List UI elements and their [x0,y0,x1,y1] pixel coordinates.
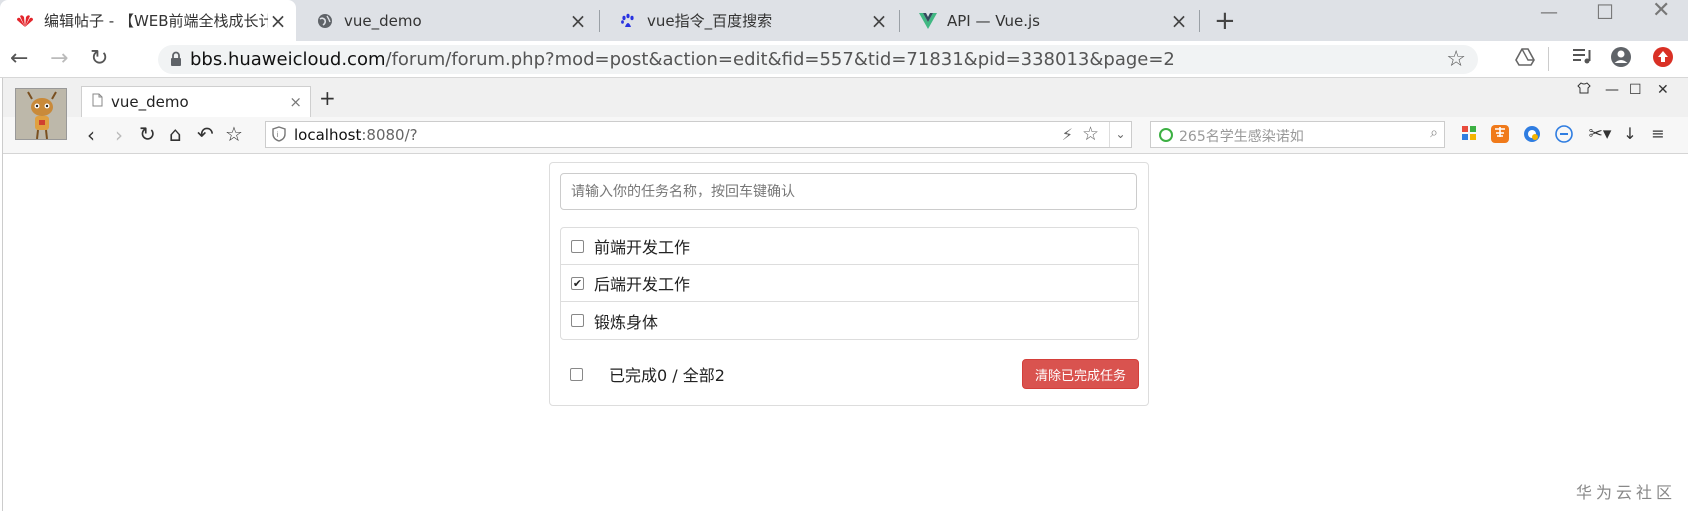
ext-orange-icon[interactable] [1491,125,1509,143]
globe-icon [316,12,334,30]
shirt-skin-icon[interactable] [1577,82,1591,98]
favorite-star-icon[interactable]: ☆ [225,122,243,146]
vue-logo-icon [919,12,937,30]
select-all-checkbox[interactable] [570,367,583,381]
forward-arrow-icon[interactable]: → [50,46,68,71]
reload-icon[interactable]: ↻ [90,46,108,71]
todo-item-exercise[interactable]: 锻炼身体 [561,302,1138,339]
inner-tab-title: vue_demo [111,93,189,111]
close-window-icon[interactable]: ✕ [1652,0,1670,23]
svg-text:i: i [277,131,279,139]
todo-item-label: 后端开发工作 [594,275,691,294]
item-checkbox[interactable]: ✔ [571,276,584,290]
search-engine-icon [1159,128,1173,142]
close-icon[interactable]: × [289,93,302,111]
outer-url-path: /forum/forum.php?mod=post&action=edit&fi… [385,49,1175,70]
drive-icon[interactable] [1515,47,1535,72]
avatar[interactable] [15,88,67,140]
outer-address-bar[interactable]: bbs.huaweicloud.com/forum/forum.php?mod=… [158,45,1478,74]
outer-url-text: bbs.huaweicloud.com/forum/forum.php?mod=… [190,49,1175,70]
undo-icon[interactable]: ↶ [197,122,214,146]
home-icon[interactable]: ⌂ [169,122,182,146]
inner-tab-bar: vue_demo × + — ☐ ✕ [3,78,1688,140]
tab-separator [1199,10,1200,32]
inner-url-host: localhost [294,126,362,144]
huawei-logo-icon [16,12,34,30]
watermark: 华为云社区 [1575,483,1676,502]
close-icon[interactable]: × [568,9,588,33]
inner-url-rest: :8080/? [361,126,418,144]
tab-separator [599,10,600,32]
zoom-out-icon[interactable] [1555,125,1573,143]
item-checkbox[interactable] [571,314,584,327]
apps-grid-icon[interactable] [1460,125,1478,143]
translate-icon[interactable] [1523,125,1541,143]
inner-search-box[interactable]: 265名学生感染诺如 ⌕ [1150,121,1445,148]
maximize-icon[interactable]: ☐ [1629,82,1642,98]
playlist-icon[interactable] [1572,46,1592,71]
todo-item-label: 锻炼身体 [594,312,659,332]
scissors-icon[interactable]: ✂▾ [1587,125,1613,143]
search-placeholder: 265名学生感染诺如 [1179,129,1304,145]
outer-url-domain: bbs.huaweicloud.com [190,49,386,70]
todo-item-label: 前端开发工作 [594,238,691,257]
todo-panel: 前端开发工作 ✔ 后端开发工作 锻炼身体 已完成0 / 全部2 清除已完成任务 [549,162,1149,406]
bookmark-star-icon[interactable]: ☆ [1082,123,1099,145]
minimize-icon[interactable]: — [1605,82,1619,98]
lightning-icon[interactable]: ⚡ [1062,125,1073,144]
outer-tab-bar: 编辑帖子 - 【WEB前端全栈成长计划 × vue_demo × vue指令_百… [0,0,1688,41]
outer-tab-huawei-edit[interactable]: 编辑帖子 - 【WEB前端全栈成长计划 × [0,0,296,41]
lock-icon [170,51,182,71]
forward-arrow-icon[interactable]: › [115,123,123,147]
toolbar-divider [1548,47,1549,71]
outer-toolbar: ← → ↻ bbs.huaweicloud.com/forum/forum.ph… [0,41,1688,78]
outer-tab-title: vue_demo [344,11,422,30]
search-icon[interactable]: ⌕ [1430,125,1438,141]
todo-item-frontend[interactable]: 前端开发工作 [561,228,1138,265]
close-icon[interactable]: × [869,9,889,33]
inner-url-text: localhost:8080/? [294,126,418,144]
chevron-down-icon[interactable]: ⌄ [1109,122,1131,147]
menu-icon[interactable]: ≡ [1649,125,1667,143]
outer-tab-title: vue指令_百度搜索 [647,12,773,30]
baidu-paw-icon [619,12,637,30]
inner-toolbar: ‹ › ↻ ⌂ ↶ ☆ i localhost:8080/? ⚡ ☆ ⌄ 265… [3,117,1688,154]
outer-tab-vue-api[interactable]: API — Vue.js × [903,0,1197,41]
inner-address-bar[interactable]: i localhost:8080/? ⚡ ☆ ⌄ [265,121,1132,148]
outer-tab-title: API — Vue.js [947,11,1040,30]
outer-tab-title: 编辑帖子 - 【WEB前端全栈成长计划 [44,12,268,30]
outer-tab-vue-demo[interactable]: vue_demo × [300,0,596,41]
close-icon[interactable]: × [1169,9,1189,33]
completion-status: 已完成0 / 全部2 [609,366,725,385]
close-window-icon[interactable]: ✕ [1657,82,1669,98]
todo-list: 前端开发工作 ✔ 后端开发工作 锻炼身体 [560,227,1139,340]
new-tab-button[interactable]: + [319,86,336,110]
bookmark-star-icon[interactable]: ☆ [1446,47,1466,72]
inner-tab-vue-demo[interactable]: vue_demo × [81,86,311,117]
document-icon [92,93,103,111]
close-icon[interactable]: × [268,9,288,33]
todo-item-backend[interactable]: ✔ 后端开发工作 [561,265,1138,302]
back-arrow-icon[interactable]: ‹ [87,123,95,147]
maximize-icon[interactable]: ☐ [1596,0,1614,24]
todo-footer: 已完成0 / 全部2 清除已完成任务 [560,359,1139,389]
reload-icon[interactable]: ↻ [139,122,156,146]
minimize-icon[interactable]: — [1540,2,1558,23]
item-checkbox[interactable] [571,239,584,253]
update-icon[interactable] [1652,46,1674,74]
tab-separator [899,10,900,32]
back-arrow-icon[interactable]: ← [10,46,28,71]
clear-completed-button[interactable]: 清除已完成任务 [1021,359,1139,389]
download-icon[interactable]: ↓ [1621,125,1639,143]
account-icon[interactable] [1610,46,1632,74]
outer-tab-baidu[interactable]: vue指令_百度搜索 × [603,0,897,41]
task-name-input[interactable] [560,173,1137,210]
new-tab-button[interactable]: + [1214,6,1236,36]
shield-icon: i [272,126,286,146]
